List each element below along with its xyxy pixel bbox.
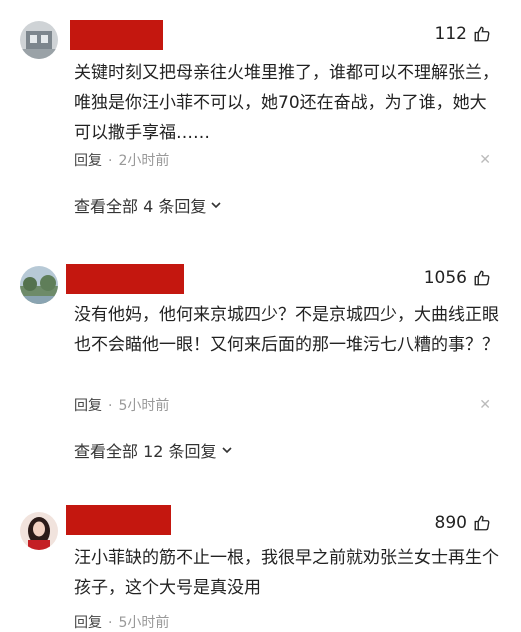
thumb-up-icon[interactable] xyxy=(473,269,491,287)
view-replies-label: 查看全部 12 条回复 xyxy=(74,442,217,461)
redacted-username xyxy=(66,264,184,294)
thumb-up-icon[interactable] xyxy=(473,25,491,43)
comment-text: 没有他妈，他何来京城四少？不是京城四少，大曲线正眼也不会瞄他一眼！又何来后面的那… xyxy=(74,305,499,355)
timestamp: 2小时前 xyxy=(118,153,170,169)
view-replies-label: 查看全部 4 条回复 xyxy=(74,197,207,216)
timestamp: 5小时前 xyxy=(118,398,170,414)
redacted-username xyxy=(70,20,163,50)
meta-separator: · xyxy=(108,398,113,414)
like-count[interactable]: 1056 xyxy=(424,268,491,288)
comment-meta: 回复 · 2小时前 xyxy=(74,150,169,170)
redacted-username xyxy=(66,505,171,535)
like-count[interactable]: 112 xyxy=(435,24,491,44)
like-count-value: 112 xyxy=(434,24,467,44)
comment-meta: 回复 · 5小时前 xyxy=(74,612,169,632)
meta-separator: · xyxy=(108,615,113,631)
meta-separator: · xyxy=(108,153,113,169)
thumb-up-icon[interactable] xyxy=(473,514,491,532)
reply-button[interactable]: 回复 xyxy=(74,398,102,414)
view-replies-button[interactable]: 查看全部 4 条回复 xyxy=(74,193,222,217)
chevron-down-icon xyxy=(221,447,232,454)
avatar[interactable] xyxy=(20,21,58,59)
comment-text: 关键时刻又把母亲往火堆里推了，谁都可以不理解张兰，唯独是你汪小菲不可以，她70还… xyxy=(74,63,499,143)
timestamp: 5小时前 xyxy=(118,615,170,631)
avatar[interactable] xyxy=(20,512,58,550)
close-icon[interactable]: ✕ xyxy=(479,397,491,413)
close-icon[interactable]: ✕ xyxy=(479,152,491,168)
like-count-value: 890 xyxy=(434,513,467,533)
reply-button[interactable]: 回复 xyxy=(74,153,102,169)
comment-text: 汪小菲缺的筋不止一根，我很早之前就劝张兰女士再生个孩子，这个大号是真没用 xyxy=(74,548,499,598)
reply-button[interactable]: 回复 xyxy=(74,615,102,631)
avatar[interactable] xyxy=(20,266,58,304)
comment-meta: 回复 · 5小时前 xyxy=(74,395,169,415)
chevron-down-icon xyxy=(211,202,221,209)
like-count-value: 1056 xyxy=(423,268,467,288)
view-replies-button[interactable]: 查看全部 12 条回复 xyxy=(74,438,233,462)
like-count[interactable]: 890 xyxy=(435,513,491,533)
